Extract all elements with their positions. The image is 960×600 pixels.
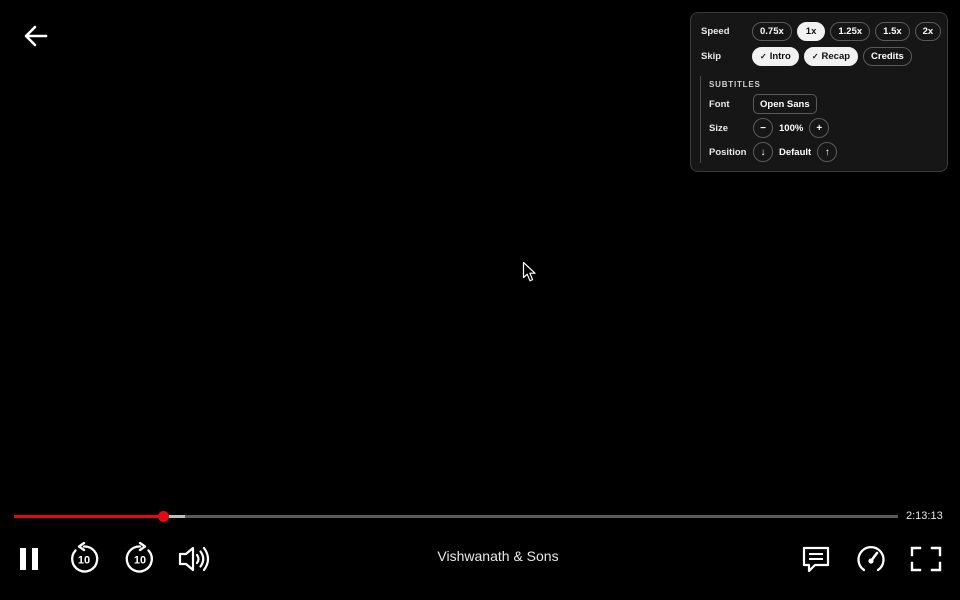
subtitle-position-row: Position ↓ Default ↑ <box>709 142 930 162</box>
forward-10-button[interactable]: 10 <box>122 540 158 578</box>
font-label: Font <box>709 98 730 110</box>
arrow-left-icon <box>24 25 48 47</box>
pause-button[interactable] <box>14 540 44 578</box>
volume-icon <box>178 546 210 572</box>
speed-option-1x[interactable]: 1x <box>796 22 826 41</box>
volume-button[interactable] <box>176 540 212 578</box>
mouse-pointer-icon <box>522 261 538 283</box>
playback-settings-panel: Speed 0.75x 1x 1.25x 1.5x 2x Skip ✓ Intr… <box>690 12 948 172</box>
skip-recap-toggle[interactable]: ✓ Recap <box>803 47 859 66</box>
subtitles-title: SUBTITLES <box>709 80 761 89</box>
skip-credits-label: Credits <box>871 51 904 62</box>
played-bar <box>14 515 164 518</box>
position-label: Position <box>709 146 747 158</box>
size-label: Size <box>709 122 729 134</box>
progress-bar[interactable] <box>14 511 898 522</box>
scrubber-handle[interactable] <box>157 511 169 522</box>
rewind-seconds: 10 <box>78 555 90 567</box>
checkmark-icon: ✓ <box>811 52 819 61</box>
subtitle-size-row: Size − 100% + <box>709 118 930 138</box>
font-select[interactable]: Open Sans <box>753 94 817 114</box>
position-value: Default <box>779 146 812 158</box>
speed-option-0-75x[interactable]: 0.75x <box>752 22 792 41</box>
playback-speed-button[interactable] <box>854 540 888 578</box>
subtitles-icon <box>802 546 830 573</box>
position-down-button[interactable]: ↓ <box>753 142 773 162</box>
fullscreen-icon <box>910 546 942 572</box>
subtitle-font-row: Font Open Sans <box>709 94 930 114</box>
forward-10-icon: 10 <box>125 542 153 573</box>
subtitles-section: SUBTITLES Font Open Sans Size − 100% + P… <box>700 76 930 163</box>
speed-option-2x[interactable]: 2x <box>914 22 942 41</box>
rewind-10-button[interactable]: 10 <box>66 540 102 578</box>
subtitles-button[interactable] <box>800 540 832 578</box>
skip-intro-label: Intro <box>769 51 791 62</box>
skip-label: Skip <box>701 51 722 62</box>
back-button[interactable] <box>20 20 52 52</box>
skip-row: Skip ✓ Intro ✓ Recap Credits <box>701 47 937 66</box>
speed-label: Speed <box>701 26 730 37</box>
skip-intro-toggle[interactable]: ✓ Intro <box>752 47 799 66</box>
speedometer-icon <box>857 546 885 572</box>
speed-option-1-25x[interactable]: 1.25x <box>830 22 871 41</box>
time-remaining: 2:13:13 <box>906 510 943 522</box>
size-decrease-button[interactable]: − <box>753 118 773 138</box>
fullscreen-button[interactable] <box>908 540 944 578</box>
rewind-10-icon: 10 <box>71 542 99 573</box>
skip-recap-label: Recap <box>821 51 851 62</box>
checkmark-icon: ✓ <box>760 52 767 61</box>
skip-credits-toggle[interactable]: Credits <box>863 47 912 66</box>
video-title: Vishwanath & Sons <box>437 548 559 564</box>
position-up-button[interactable]: ↑ <box>817 142 838 162</box>
size-increase-button[interactable]: + <box>809 118 830 138</box>
forward-seconds: 10 <box>134 555 146 567</box>
pause-icon <box>20 548 38 570</box>
speed-option-1-5x[interactable]: 1.5x <box>875 22 910 41</box>
size-value: 100% <box>779 122 804 134</box>
speed-row: Speed 0.75x 1x 1.25x 1.5x 2x <box>701 22 942 41</box>
